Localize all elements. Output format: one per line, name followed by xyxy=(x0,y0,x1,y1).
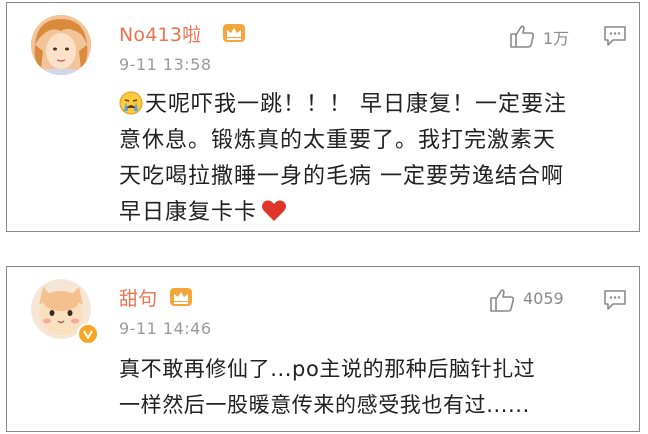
comment-line: 意休息。锻炼真的太重要了。我打完激素天 xyxy=(119,128,557,153)
comment-card: 甜句 9-11 14:46 4059 真不敢再修仙了...po主说的那种后脑针扎… xyxy=(6,266,640,432)
comment-icon[interactable] xyxy=(603,25,627,47)
comment-line: 早日康复卡卡 xyxy=(119,195,567,231)
like-count: 4059 xyxy=(523,289,564,308)
avatar[interactable] xyxy=(31,15,91,75)
comment-text: 真不敢再修仙了...po主说的那种后脑针扎过 一样然后一股暖意传来的感受我也有过… xyxy=(119,351,535,423)
crying-face-icon xyxy=(119,91,143,115)
comment-time: 9-11 14:46 xyxy=(119,319,212,338)
comment-line: 一样然后一股暖意传来的感受我也有过...... xyxy=(119,393,530,417)
red-heart-icon xyxy=(261,199,287,223)
vip-badge-icon xyxy=(77,323,99,345)
comment-icon[interactable] xyxy=(603,289,627,311)
like-count: 1万 xyxy=(543,29,570,48)
comment-line: 天呢吓我一跳！！！ 早日康复！一定要注 xyxy=(119,87,567,123)
thumbs-up-icon[interactable] xyxy=(489,287,515,313)
crown-icon xyxy=(222,23,246,43)
comment-card: No413啦 9-11 13:58 1万 天呢吓我一跳！！！ 早日康复！一定要注… xyxy=(6,2,640,232)
comment-line: 真不敢再修仙了...po主说的那种后脑针扎过 xyxy=(119,357,536,381)
crown-icon xyxy=(169,287,193,307)
username[interactable]: No413啦 xyxy=(119,20,201,47)
comment-text: 天呢吓我一跳！！！ 早日康复！一定要注 意休息。锻炼真的太重要了。我打完激素天 … xyxy=(119,87,567,231)
comment-line: 天吃喝拉撒睡一身的毛病 一定要劳逸结合啊 xyxy=(119,164,564,189)
thumbs-up-icon[interactable] xyxy=(509,23,535,49)
username[interactable]: 甜句 xyxy=(119,284,157,311)
comment-time: 9-11 13:58 xyxy=(119,55,212,74)
